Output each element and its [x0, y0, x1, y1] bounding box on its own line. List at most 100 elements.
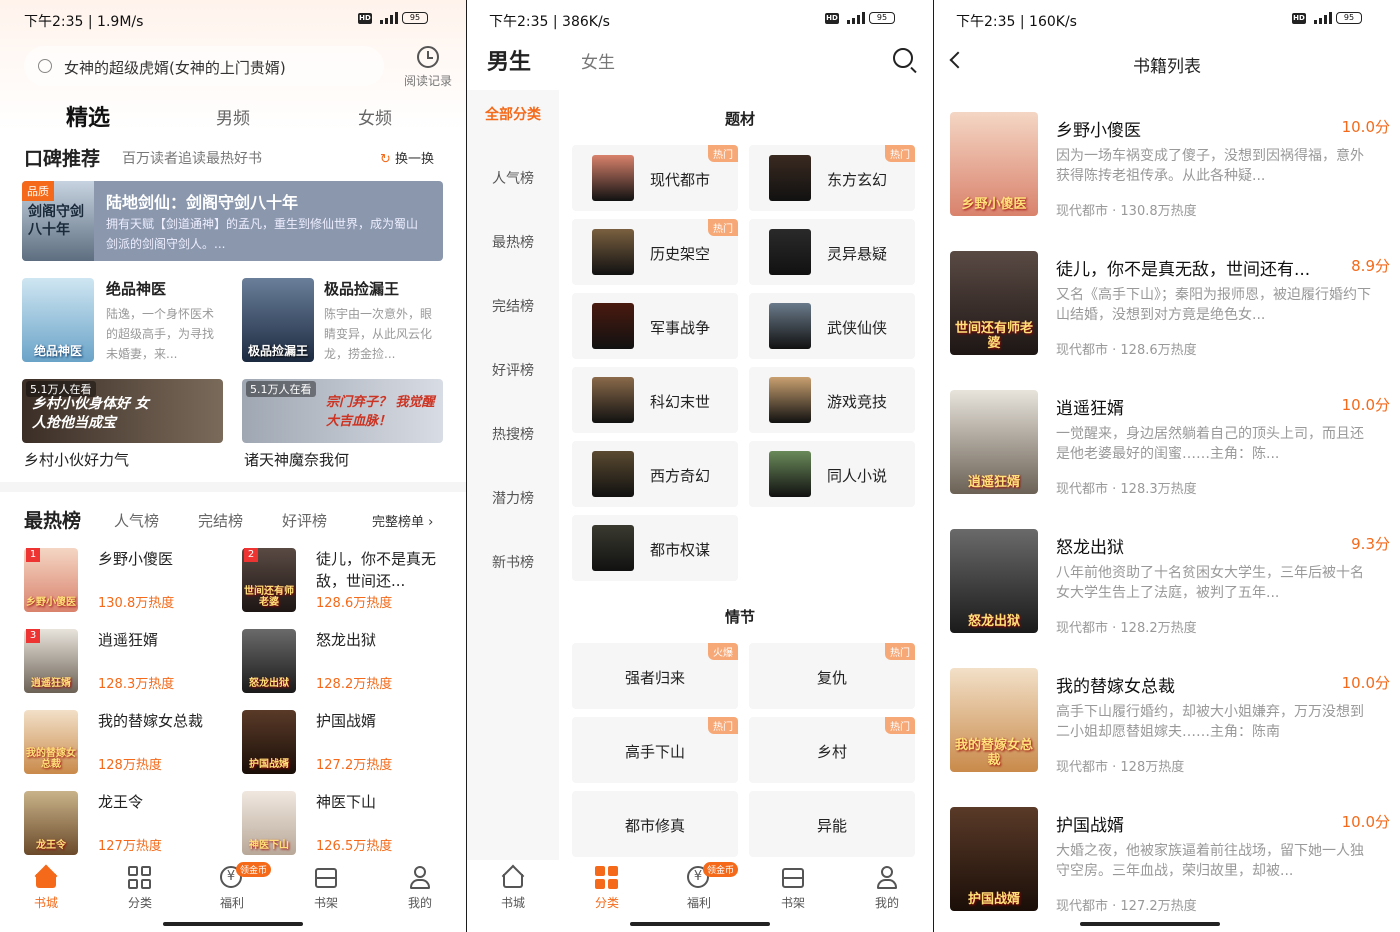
genre-item[interactable]: 科幻末世 [572, 367, 738, 433]
sidebar-item[interactable]: 潜力榜 [467, 488, 559, 510]
tab-me[interactable]: 我的 [390, 866, 450, 911]
book-row[interactable]: 世间还有师老婆 徒儿，你不是真无敌，世间还有... 8.9分 又名《高手下山》；秦阳为… [950, 251, 1390, 371]
sidebar-item[interactable]: 新书榜 [467, 552, 559, 574]
genre-item[interactable]: 游戏竞技 [749, 367, 915, 433]
sidebar-item[interactable]: 热搜榜 [467, 424, 559, 446]
hot-tab-completed[interactable]: 完结榜 [198, 510, 243, 531]
book-score: 9.3分 [1351, 535, 1390, 553]
rank-heat: 128.6万热度 [316, 596, 393, 611]
tab-shelf[interactable]: 书架 [763, 866, 823, 911]
book-desc: 又名《高手下山》；秦阳为报师恩，被迫履行婚约下山结婚，没想到对方竟是绝色女... [1056, 287, 1371, 323]
book-card[interactable]: 绝品神医 绝品神医 陆逸，一个身怀医术的超级高手，为寻找未婚妻，来... [22, 278, 232, 366]
hot-tab-popular[interactable]: 人气榜 [114, 510, 159, 531]
tab-girls[interactable]: 女生 [581, 48, 615, 73]
tab-welfare[interactable]: ¥ 福利 领金币 [202, 862, 272, 911]
grid-icon [595, 866, 619, 890]
genre-item[interactable]: 军事战争 [572, 293, 738, 359]
rank-item[interactable]: 怒龙出狱 怒龙出狱 128.2万热度 [242, 629, 452, 699]
genre-item[interactable]: 西方奇幻 [572, 441, 738, 507]
plot-item[interactable]: 都市修真 [572, 791, 738, 857]
book-title: 逍遥狂婿 [1056, 399, 1124, 419]
tab-home[interactable]: 书城 [483, 864, 543, 911]
battery-icon: 95 [402, 12, 428, 24]
sidebar-item[interactable]: 人气榜 [467, 168, 559, 190]
home-icon [501, 864, 525, 890]
tab-label: 书架 [780, 896, 805, 910]
book-row[interactable]: 护国战婿 护国战婿 10.0分 大婚之夜，他被家族逼着前往战场，留下她一人独守空房。三… [950, 807, 1390, 927]
full-list-link[interactable]: 完整榜单 › [372, 511, 433, 530]
cover-text: 龙王令 [36, 840, 66, 851]
hot-tag: 热门 [885, 643, 915, 660]
book-cover: 龙王令 [24, 791, 78, 855]
sidebar-item[interactable]: 最热榜 [467, 232, 559, 254]
genre-title: 题材 [725, 110, 756, 128]
genre-item[interactable]: 同人小说 [749, 441, 915, 507]
viewers-badge: 5.1万人在看 [246, 381, 316, 397]
tab-category[interactable]: 分类 [577, 866, 637, 911]
rank-title: 龙王令 [98, 793, 144, 811]
book-desc: 八年前他资助了十名贫困女大学生，三年后被十名女大学生告上了法庭，被判了五年... [1056, 565, 1364, 601]
genre-item[interactable]: 灵异悬疑 [749, 219, 915, 285]
signal-icon [376, 12, 398, 24]
tab-shelf[interactable]: 书架 [296, 866, 356, 911]
search-bar[interactable]: 女神的超级虎婿(女神的上门贵婿) [24, 46, 384, 86]
rank-item[interactable]: 龙王令 龙王令 127万热度 [24, 791, 234, 861]
book-card[interactable]: 极品捡漏王 极品捡漏王 陈宇由一次意外，眼睛变异，从此风云化龙，捞金捡... [242, 278, 452, 366]
plot-item[interactable]: 乡村 热门 [749, 717, 915, 783]
book-cover: 护国战婿 [242, 710, 296, 774]
hd-icon: HD [358, 12, 372, 24]
rank-item[interactable]: 乡野小傻医 1 乡野小傻医 130.8万热度 [24, 548, 234, 618]
hot-tab-rated[interactable]: 好评榜 [282, 510, 327, 531]
genre-cover [769, 451, 811, 497]
genre-cover [769, 155, 811, 201]
book-title: 怒龙出狱 [1056, 538, 1124, 558]
book-cover: 绝品神医 [22, 278, 94, 362]
cover-text: 世间还有师老婆 [954, 321, 1033, 351]
tab-boys[interactable]: 男生 [487, 44, 531, 76]
status-text: 下午2:35 | 1.9M/s [24, 14, 144, 30]
rank-item[interactable]: 护国战婿 护国战婿 127.2万热度 [242, 710, 452, 780]
tab-home[interactable]: 书城 [16, 864, 76, 911]
rank-item[interactable]: 世间还有师老婆 2 徒儿，你不是真无敌，世间还... 128.6万热度 [242, 548, 452, 618]
book-row[interactable]: 怒龙出狱 怒龙出狱 9.3分 八年前他资助了十名贫困女大学生，三年后被十名女大学生告上… [950, 529, 1390, 649]
screen-book-list: 下午2:35 | 160K/s HD 95 书籍列表 乡野小傻医 乡野小傻医 10.… [934, 0, 1400, 932]
genre-item[interactable]: 现代都市 热门 [572, 145, 738, 211]
featured-banner[interactable]: 剑阁守剑八十年 品质 陆地剑仙：剑阁守剑八十年 拥有天赋【剑道通神】的孟凡，重生… [22, 181, 443, 261]
tab-female[interactable]: 女频 [358, 104, 392, 129]
sidebar-item[interactable]: 好评榜 [467, 360, 559, 382]
tab-category[interactable]: 分类 [110, 866, 170, 911]
feature-card[interactable]: 5.1万人在看 宗门弃子？ 我觉醒大吉血脉！ [242, 379, 443, 443]
genre-item[interactable]: 都市权谋 [572, 515, 738, 581]
rank-item[interactable]: 我的替嫁女总裁 我的替嫁女总裁 128万热度 [24, 710, 234, 780]
search-icon[interactable] [893, 48, 917, 74]
history-button[interactable]: 阅读记录 [398, 46, 458, 88]
cover-text: 护国战婿 [967, 891, 1020, 907]
refresh-button[interactable]: ↻ 换一换 [380, 148, 434, 167]
search-input: 女神的超级虎婿(女神的上门贵婿) [64, 59, 286, 77]
tab-me[interactable]: 我的 [857, 866, 917, 911]
feature-card[interactable]: 5.1万人在看 乡村小伙身体好 女人抢他当成宝 [22, 379, 223, 443]
sidebar-item[interactable]: 完结榜 [467, 296, 559, 318]
tab-featured[interactable]: 精选 [66, 100, 110, 132]
tab-male[interactable]: 男频 [216, 104, 250, 129]
book-row[interactable]: 乡野小傻医 乡野小傻医 10.0分 因为一场车祸变成了傻子，没想到因祸得福，意外获得陈… [950, 112, 1390, 232]
genre-item[interactable]: 东方玄幻 热门 [749, 145, 915, 211]
sidebar-item[interactable]: 全部分类 [467, 104, 559, 126]
rank-heat: 127万热度 [98, 839, 162, 854]
genre-item[interactable]: 武侠仙侠 [749, 293, 915, 359]
cover-text: 护国战婿 [249, 759, 289, 770]
genre-label: 游戏竞技 [827, 393, 888, 411]
book-score: 10.0分 [1341, 118, 1390, 136]
plot-item[interactable]: 高手下山 热门 [572, 717, 738, 783]
tab-welfare[interactable]: ¥ 福利 领金币 [669, 862, 739, 911]
rank-item[interactable]: 逍遥狂婿 3 逍遥狂婿 128.3万热度 [24, 629, 234, 699]
rank-item[interactable]: 神医下山 神医下山 126.5万热度 [242, 791, 452, 861]
genre-item[interactable]: 历史架空 热门 [572, 219, 738, 285]
book-title: 护国战婿 [1056, 816, 1124, 836]
book-row[interactable]: 我的替嫁女总裁 我的替嫁女总裁 10.0分 高手下山履行婚约，却被大小姐嫌弃，万万没想… [950, 668, 1390, 788]
feature-banner-text: 宗门弃子？ 我觉醒大吉血脉！ [326, 395, 435, 429]
plot-item[interactable]: 强者归来 火爆 [572, 643, 738, 709]
book-row[interactable]: 逍遥狂婿 逍遥狂婿 10.0分 一觉醒来，身边居然躺着自己的顶头上司，而且还是他老婆最… [950, 390, 1390, 510]
plot-item[interactable]: 异能 [749, 791, 915, 857]
plot-item[interactable]: 复仇 热门 [749, 643, 915, 709]
